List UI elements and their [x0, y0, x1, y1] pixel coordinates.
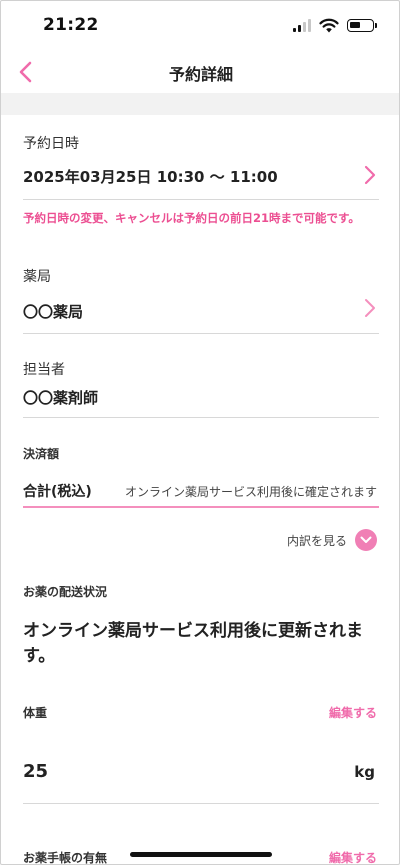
page-title: 予約詳細	[168, 65, 233, 84]
medication-notebook-label: お薬手帳の有無	[23, 851, 108, 865]
delivery-status-value: オンライン薬局サービス利用後に更新されます。	[23, 621, 363, 666]
pharmacy-value[interactable]: 〇〇薬局	[23, 301, 83, 322]
payment-label: 決済額	[23, 447, 60, 461]
divider	[23, 333, 379, 334]
chevron-right-icon[interactable]	[363, 298, 377, 318]
signal-icon	[293, 19, 313, 32]
status-time: 21:22	[43, 15, 99, 35]
view-breakdown-label: 内訳を見る	[286, 533, 347, 548]
divider	[23, 199, 379, 200]
header-band	[1, 93, 399, 115]
pharmacist-value: 〇〇薬剤師	[23, 389, 99, 407]
chevron-right-icon[interactable]	[363, 165, 377, 185]
total-divider	[23, 506, 379, 508]
reservation-date-value[interactable]: 2025年03月25日 10:30 〜 11:00	[23, 166, 278, 187]
pharmacist-label: 担当者	[23, 362, 65, 378]
weight-unit: kg	[354, 763, 375, 781]
reservation-change-notice: 予約日時の変更、キャンセルは予約日の前日21時まで可能です。	[23, 211, 360, 225]
delivery-status-label: お薬の配送状況	[23, 585, 108, 599]
view-breakdown-button[interactable]: 内訳を見る	[287, 528, 377, 552]
weight-label: 体重	[23, 706, 48, 720]
home-indicator	[130, 852, 272, 857]
header: 予約詳細	[1, 51, 399, 93]
divider	[23, 417, 379, 418]
edit-weight-button[interactable]: 編集する	[329, 704, 377, 721]
status-bar: 21:22	[1, 1, 399, 53]
app-screen: 21:22 予約詳細 予約日時 2025年03月25日 10:30 〜 11:0…	[0, 0, 400, 865]
edit-medication-notebook-button[interactable]: 編集する	[329, 849, 377, 864]
total-label: 合計(税込)	[23, 484, 92, 500]
chevron-down-icon	[355, 529, 377, 551]
divider	[23, 803, 379, 804]
pharmacy-label: 薬局	[23, 269, 51, 285]
battery-icon	[347, 19, 377, 32]
weight-value: 25	[23, 761, 49, 782]
total-value: オンライン薬局サービス利用後に確定されます	[124, 485, 377, 499]
reservation-date-label: 予約日時	[23, 136, 79, 152]
wifi-icon	[319, 18, 339, 33]
